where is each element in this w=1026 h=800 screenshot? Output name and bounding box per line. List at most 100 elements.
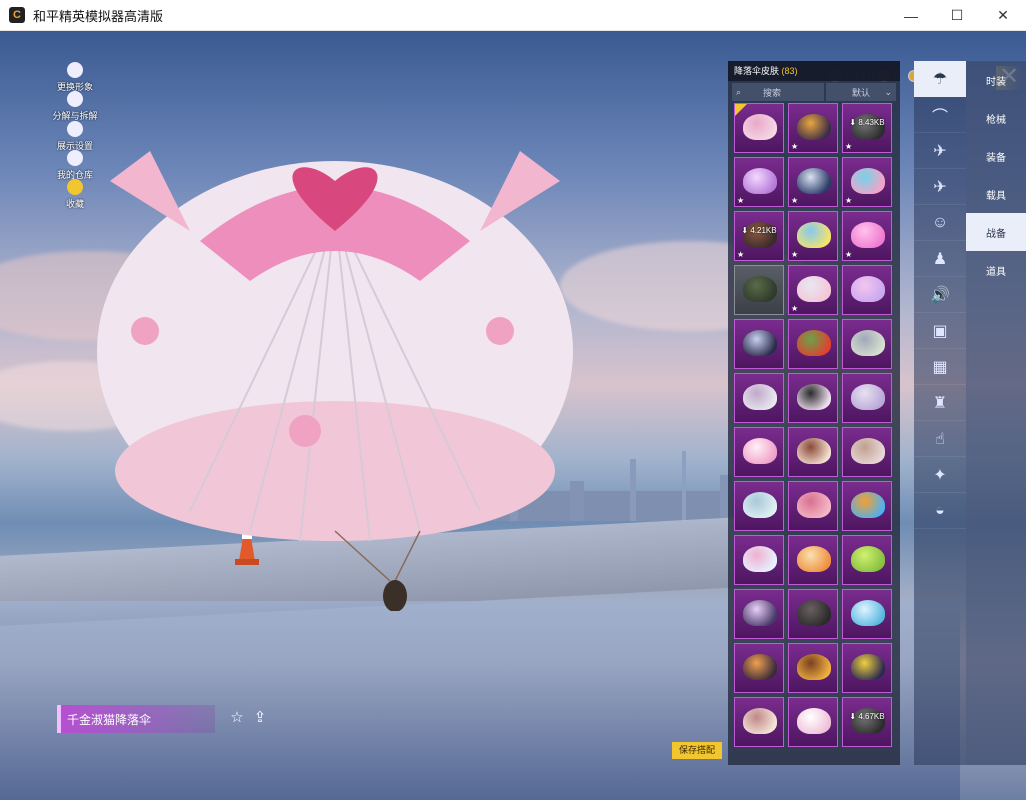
category-tab[interactable]: 战备 xyxy=(966,213,1026,251)
game-viewport: 105715 0 1966379 ✕ 更换形象 分解与拆解 展示设置 我的仓库 … xyxy=(0,31,1026,800)
skin-thumbnail xyxy=(797,276,831,302)
search-placeholder: 搜索 xyxy=(763,87,782,98)
search-input[interactable]: ⌕ 搜索 xyxy=(732,83,824,101)
skin-thumbnail xyxy=(743,546,777,572)
glider-icon[interactable]: ✈ xyxy=(914,133,966,169)
parachute-icon[interactable]: ☂ xyxy=(914,61,966,97)
star-icon: ★ xyxy=(791,142,799,151)
emote-icon[interactable]: ☺ xyxy=(914,205,966,241)
spray-icon[interactable]: ♜ xyxy=(914,385,966,421)
sort-dropdown[interactable]: 默认 ⌄ xyxy=(826,83,896,101)
favorite-star-icon[interactable]: ☆ xyxy=(228,709,246,727)
download-size: ⬇ 4.21KB xyxy=(741,226,777,235)
skin-thumbnail xyxy=(851,654,885,680)
skin-item[interactable] xyxy=(842,427,892,477)
skin-thumbnail xyxy=(797,492,831,518)
maximize-button[interactable]: ☐ xyxy=(934,0,980,31)
skin-item[interactable] xyxy=(788,427,838,477)
skin-item[interactable] xyxy=(734,265,784,315)
skin-item[interactable] xyxy=(788,697,838,747)
item-name-plate: 千金淑猫降落伞 xyxy=(57,705,215,733)
skin-item[interactable] xyxy=(788,589,838,639)
left-menu-avatar[interactable]: 更换形象 xyxy=(50,62,100,93)
share-icon[interactable]: ⇪ xyxy=(251,709,269,727)
star-icon: ★ xyxy=(791,250,799,259)
skin-thumbnail xyxy=(851,600,885,626)
skin-item[interactable] xyxy=(788,373,838,423)
skin-item[interactable] xyxy=(734,535,784,585)
star-icon: ★ xyxy=(737,250,745,259)
left-menu-collection[interactable]: 收藏 xyxy=(50,179,100,210)
skin-item[interactable] xyxy=(842,535,892,585)
skin-item[interactable] xyxy=(842,481,892,531)
skin-item[interactable]: ★ ⬇ 8.43KB xyxy=(842,103,892,153)
save-outfit-button[interactable]: 保存搭配 xyxy=(672,742,722,759)
skin-item[interactable]: ★ xyxy=(788,103,838,153)
skin-item[interactable]: ★ xyxy=(788,211,838,261)
left-menu-decompose[interactable]: 分解与拆解 xyxy=(50,91,100,122)
skin-item[interactable] xyxy=(842,373,892,423)
badge-icon[interactable]: ▣ xyxy=(914,313,966,349)
saucer-icon[interactable]: ◒ xyxy=(914,493,966,529)
skin-thumbnail xyxy=(851,438,885,464)
category-tab[interactable]: 装备 xyxy=(966,137,1026,175)
skin-item[interactable] xyxy=(788,643,838,693)
skin-item[interactable] xyxy=(842,265,892,315)
window-close-button[interactable]: ✕ xyxy=(980,0,1026,31)
skin-thumbnail xyxy=(743,492,777,518)
skin-item[interactable] xyxy=(734,481,784,531)
category-tab[interactable]: 枪械 xyxy=(966,99,1026,137)
subcategory-icon-strip: ☂ ⌒ ✈ ✈ ☺ ♟ 🔊 ▣ ▦ ♜ ☝ ✦ ◒ xyxy=(914,61,966,765)
gallery-icon[interactable]: ▦ xyxy=(914,349,966,385)
skin-item[interactable] xyxy=(842,319,892,369)
equipped-corner-badge xyxy=(735,104,747,116)
skin-item[interactable]: ★ xyxy=(842,211,892,261)
skin-item[interactable] xyxy=(788,481,838,531)
skin-thumbnail xyxy=(743,168,777,194)
skin-item[interactable] xyxy=(734,643,784,693)
star-icon: ★ xyxy=(791,196,799,205)
category-tabs: 时装 枪械 装备 载具 战备 道具 xyxy=(966,61,1026,765)
category-tab[interactable]: 道具 xyxy=(966,251,1026,289)
wings-icon[interactable]: ⌒ xyxy=(914,97,966,133)
skin-item[interactable] xyxy=(842,643,892,693)
skin-thumbnail xyxy=(743,438,777,464)
window-titlebar: C 和平精英模拟器高清版 — ☐ ✕ xyxy=(0,0,1026,31)
panel-count: (83) xyxy=(781,66,798,76)
skin-item[interactable]: ★ xyxy=(788,265,838,315)
skin-thumbnail xyxy=(797,654,831,680)
skin-item[interactable]: ⬇ 4.67KB xyxy=(842,697,892,747)
skin-item[interactable] xyxy=(734,373,784,423)
skin-item[interactable]: ★ ⬇ 4.21KB xyxy=(734,211,784,261)
left-menu-storage[interactable]: 我的仓库 xyxy=(50,150,100,181)
star-icon: ★ xyxy=(845,142,853,151)
download-size: ⬇ 4.67KB xyxy=(849,712,885,721)
panel-searchbar: ⌕ 搜索 默认 ⌄ xyxy=(732,83,896,101)
minimize-button[interactable]: — xyxy=(888,0,934,31)
plane-icon[interactable]: ✈ xyxy=(914,169,966,205)
robot-icon[interactable]: ♟ xyxy=(914,241,966,277)
skin-item[interactable]: ★ xyxy=(842,157,892,207)
left-menu-display[interactable]: 展示设置 xyxy=(50,121,100,152)
skin-item[interactable] xyxy=(734,589,784,639)
storage-icon xyxy=(67,150,83,166)
gesture-icon[interactable]: ☝ xyxy=(914,421,966,457)
skin-thumbnail xyxy=(851,276,885,302)
skin-item[interactable] xyxy=(734,427,784,477)
magic-icon[interactable]: ✦ xyxy=(914,457,966,493)
skin-item[interactable] xyxy=(734,697,784,747)
skin-thumbnail xyxy=(851,384,885,410)
voice-icon[interactable]: 🔊 xyxy=(914,277,966,313)
category-tab[interactable]: 载具 xyxy=(966,175,1026,213)
skin-item[interactable] xyxy=(734,103,784,153)
skin-item[interactable] xyxy=(734,319,784,369)
skin-item[interactable] xyxy=(788,319,838,369)
skin-thumbnail xyxy=(851,330,885,356)
skin-item[interactable] xyxy=(842,589,892,639)
star-icon: ★ xyxy=(791,304,799,313)
category-tab[interactable]: 时装 xyxy=(966,61,1026,99)
skin-item[interactable]: ★ xyxy=(734,157,784,207)
search-icon: ⌕ xyxy=(736,86,742,97)
skin-item[interactable] xyxy=(788,535,838,585)
skin-item[interactable]: ★ xyxy=(788,157,838,207)
